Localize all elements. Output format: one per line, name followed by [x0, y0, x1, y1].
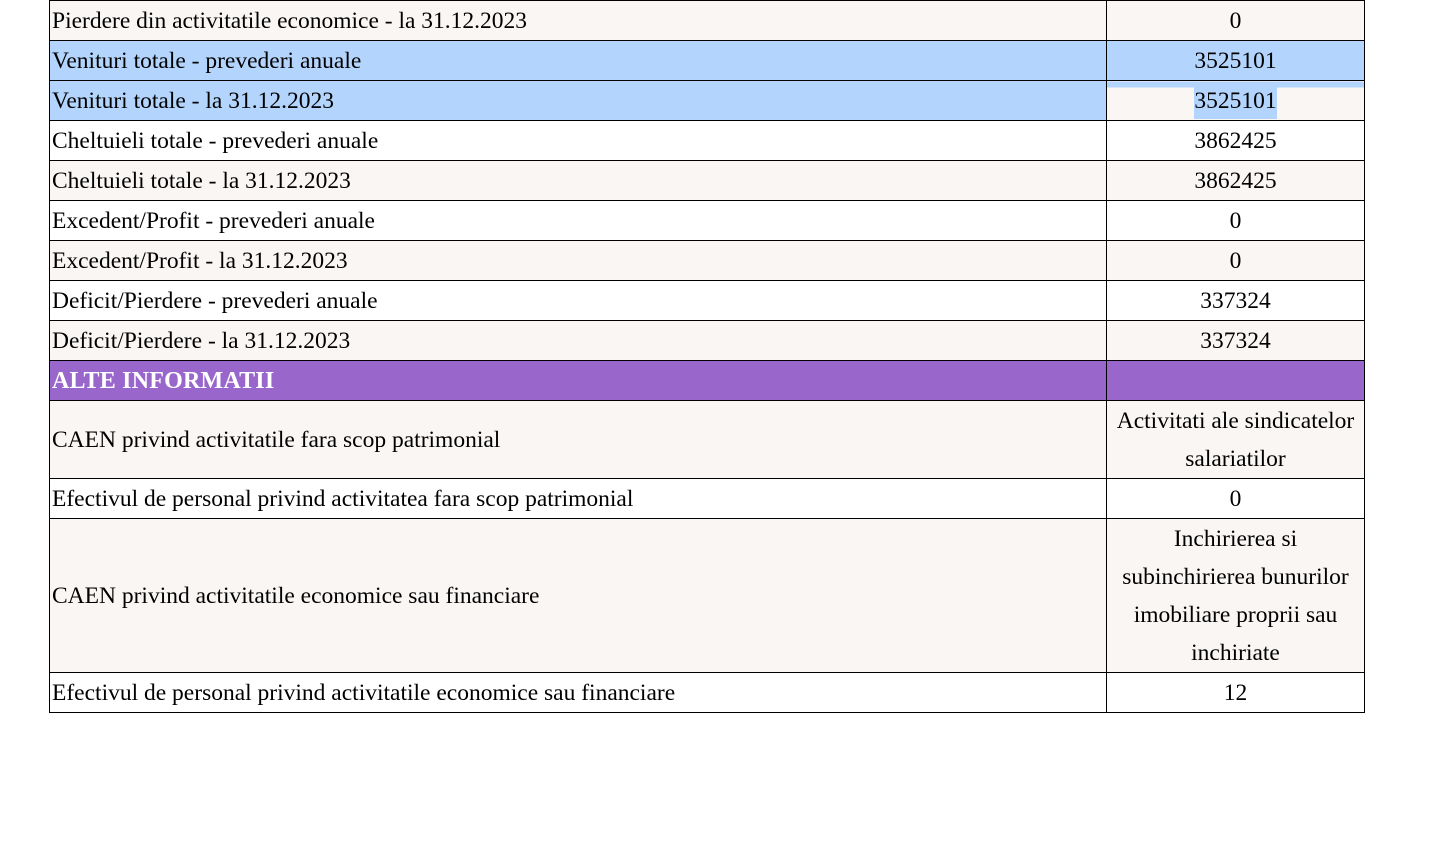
row-value: 337324	[1106, 280, 1365, 321]
table-row: Deficit/Pierdere - la 31.12.2023 337324	[49, 320, 1365, 361]
table-row: Cheltuieli totale - la 31.12.2023 386242…	[49, 160, 1365, 201]
row-value: 12	[1106, 672, 1365, 713]
row-label: Venituri totale - la 31.12.2023	[49, 80, 1107, 121]
row-value: 0	[1106, 200, 1365, 241]
table-row: Efectivul de personal privind activitati…	[49, 672, 1365, 713]
table-row: Excedent/Profit - la 31.12.2023 0	[49, 240, 1365, 281]
table-row: Deficit/Pierdere - prevederi anuale 3373…	[49, 280, 1365, 321]
row-label: Cheltuieli totale - la 31.12.2023	[49, 160, 1107, 201]
section-header-row: ALTE INFORMATII	[49, 360, 1365, 401]
financial-info-table: Pierdere din activitatile economice - la…	[49, 0, 1365, 713]
row-value: 0	[1106, 0, 1365, 41]
row-label: Deficit/Pierdere - prevederi anuale	[49, 280, 1107, 321]
table-row-selected: Venituri totale - prevederi anuale 35251…	[49, 40, 1365, 81]
table-row-selected: Venituri totale - la 31.12.2023 3525101	[49, 80, 1365, 121]
row-label: CAEN privind activitatile economice sau …	[49, 518, 1107, 673]
row-label: Excedent/Profit - la 31.12.2023	[49, 240, 1107, 281]
row-label: Excedent/Profit - prevederi anuale	[49, 200, 1107, 241]
row-value: 337324	[1106, 320, 1365, 361]
row-label: Efectivul de personal privind activitate…	[49, 478, 1107, 519]
row-value: 3525101	[1194, 81, 1277, 119]
section-title: ALTE INFORMATII	[49, 360, 1107, 401]
row-label: Pierdere din activitatile economice - la…	[49, 0, 1107, 41]
row-label: Efectivul de personal privind activitati…	[49, 672, 1107, 713]
row-label: CAEN privind activitatile fara scop patr…	[49, 400, 1107, 479]
section-value	[1106, 360, 1365, 401]
table-row: Cheltuieli totale - prevederi anuale 386…	[49, 120, 1365, 161]
row-value: Activitati ale sindicatelor salariatilor	[1106, 400, 1365, 479]
row-value: 3862425	[1106, 160, 1365, 201]
table-row: CAEN privind activitatile fara scop patr…	[49, 400, 1365, 479]
row-value-cell: 3525101	[1106, 80, 1365, 121]
table-row: Efectivul de personal privind activitate…	[49, 478, 1365, 519]
table-row: Excedent/Profit - prevederi anuale 0	[49, 200, 1365, 241]
row-label: Venituri totale - prevederi anuale	[49, 40, 1107, 81]
row-value: 0	[1106, 478, 1365, 519]
table-row: Pierdere din activitatile economice - la…	[49, 0, 1365, 41]
row-value: Inchirierea si subinchirierea bunurilor …	[1106, 518, 1365, 673]
row-label: Cheltuieli totale - prevederi anuale	[49, 120, 1107, 161]
table-row: CAEN privind activitatile economice sau …	[49, 518, 1365, 673]
row-value: 3862425	[1106, 120, 1365, 161]
row-value: 0	[1106, 240, 1365, 281]
row-label: Deficit/Pierdere - la 31.12.2023	[49, 320, 1107, 361]
row-value: 3525101	[1106, 40, 1365, 81]
